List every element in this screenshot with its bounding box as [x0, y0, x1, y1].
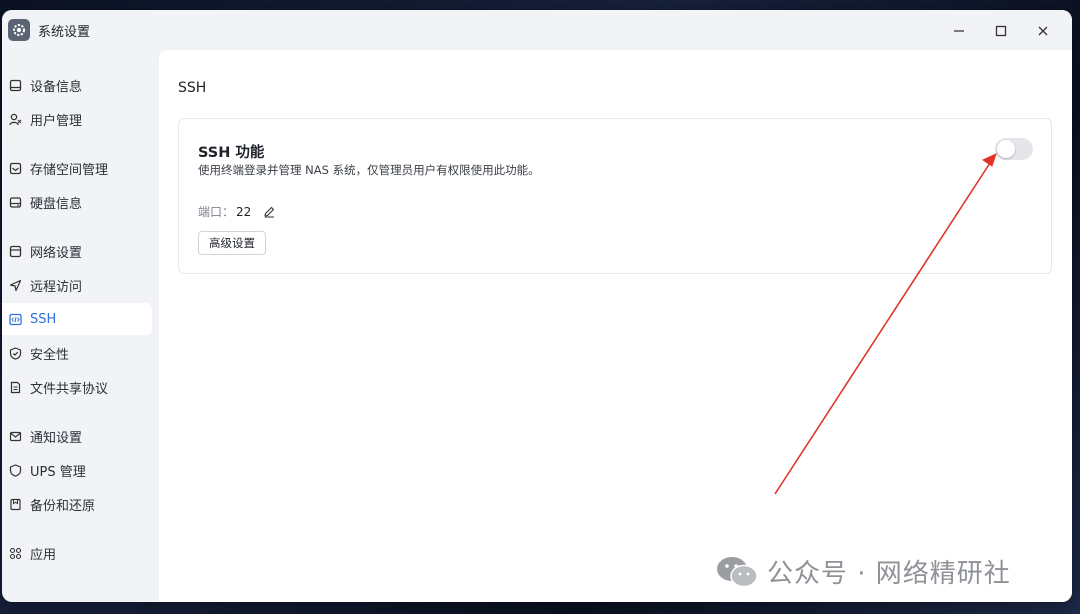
maximize-button[interactable] [980, 18, 1022, 44]
shield-icon [8, 463, 22, 477]
ssh-card-title: SSH 功能 [198, 145, 265, 161]
window-controls [938, 18, 1064, 44]
sidebar-item-label: 文件共享协议 [30, 381, 109, 397]
port-label: 端口： [198, 205, 235, 219]
sidebar-item-label: SSH [30, 311, 57, 327]
close-icon [1038, 26, 1048, 36]
send-icon [8, 278, 22, 292]
backup-icon [8, 497, 22, 511]
monitor-icon [8, 78, 22, 92]
title-bar: 系统设置 [2, 10, 1072, 50]
sidebar-item-network[interactable]: 网络设置 [2, 235, 152, 267]
main-content: SSH SSH 功能 使用终端登录并管理 NAS 系统，仅管理员用户有权限使用此… [159, 50, 1072, 602]
sidebar-item-security[interactable]: 安全性 [2, 337, 152, 369]
close-button[interactable] [1022, 18, 1064, 44]
sidebar-item-user-management[interactable]: 用户管理 [2, 103, 152, 135]
sidebar-item-label: 存储空间管理 [30, 162, 109, 178]
sidebar-item-ssh[interactable]: SSH [2, 303, 152, 335]
disk-icon [8, 195, 22, 209]
ssh-settings-card: SSH 功能 使用终端登录并管理 NAS 系统，仅管理员用户有权限使用此功能。 … [178, 118, 1052, 274]
sidebar-item-file-sharing[interactable]: 文件共享协议 [2, 371, 152, 403]
wechat-logo-icon [717, 556, 758, 587]
sidebar-item-notifications[interactable]: 通知设置 [2, 420, 152, 452]
sidebar-item-device-info[interactable]: 设备信息 [2, 69, 152, 101]
toggle-knob [997, 140, 1015, 158]
watermark-text: 公众号 · 网络精研社 [767, 559, 1011, 589]
shield-check-icon [8, 346, 22, 360]
sidebar-item-remote-access[interactable]: 远程访问 [2, 269, 152, 301]
page-title: SSH [178, 80, 207, 96]
storage-icon [8, 161, 22, 175]
minimize-icon [954, 30, 964, 32]
port-value: 22 [236, 204, 252, 219]
sidebar-item-label: 远程访问 [30, 279, 83, 295]
settings-window: 系统设置 设备信息 用户管理 存储空间管理 硬盘信息 网络设置 远程访问 SSH… [2, 10, 1072, 602]
mail-icon [8, 429, 22, 443]
sidebar-item-disk-info[interactable]: 硬盘信息 [2, 186, 152, 218]
port-row: 端口： 22 [198, 203, 277, 220]
sidebar-item-label: 硬盘信息 [30, 196, 83, 212]
apps-grid-icon [8, 546, 22, 560]
window-title: 系统设置 [38, 24, 91, 40]
sidebar-item-ups[interactable]: UPS 管理 [2, 454, 152, 486]
watermark: 公众号 · 网络精研社 [715, 553, 1011, 590]
sidebar-item-label: 通知设置 [30, 430, 83, 446]
edit-icon[interactable] [263, 205, 277, 219]
sidebar-item-label: 安全性 [30, 347, 70, 363]
minimize-button[interactable] [938, 18, 980, 44]
sidebar-item-label: 备份和还原 [30, 498, 96, 514]
sidebar-item-storage[interactable]: 存储空间管理 [2, 152, 152, 184]
sidebar-item-label: 应用 [30, 547, 57, 563]
ssh-toggle[interactable] [995, 138, 1033, 160]
document-icon [8, 380, 22, 394]
maximize-icon [995, 25, 1007, 37]
sidebar-item-label: 设备信息 [30, 79, 83, 95]
advanced-settings-button[interactable]: 高级设置 [198, 231, 266, 255]
sidebar-item-apps[interactable]: 应用 [2, 537, 152, 569]
gear-icon [8, 19, 30, 41]
code-icon [8, 312, 22, 326]
user-icon [8, 112, 22, 126]
sidebar: 设备信息 用户管理 存储空间管理 硬盘信息 网络设置 远程访问 SSH 安全性 [2, 50, 159, 602]
ssh-card-description: 使用终端登录并管理 NAS 系统，仅管理员用户有权限使用此功能。 [198, 163, 540, 177]
sidebar-item-label: UPS 管理 [30, 464, 86, 480]
sidebar-item-backup[interactable]: 备份和还原 [2, 488, 152, 520]
sidebar-item-label: 用户管理 [30, 113, 83, 129]
sidebar-item-label: 网络设置 [30, 245, 83, 261]
network-icon [8, 244, 22, 258]
